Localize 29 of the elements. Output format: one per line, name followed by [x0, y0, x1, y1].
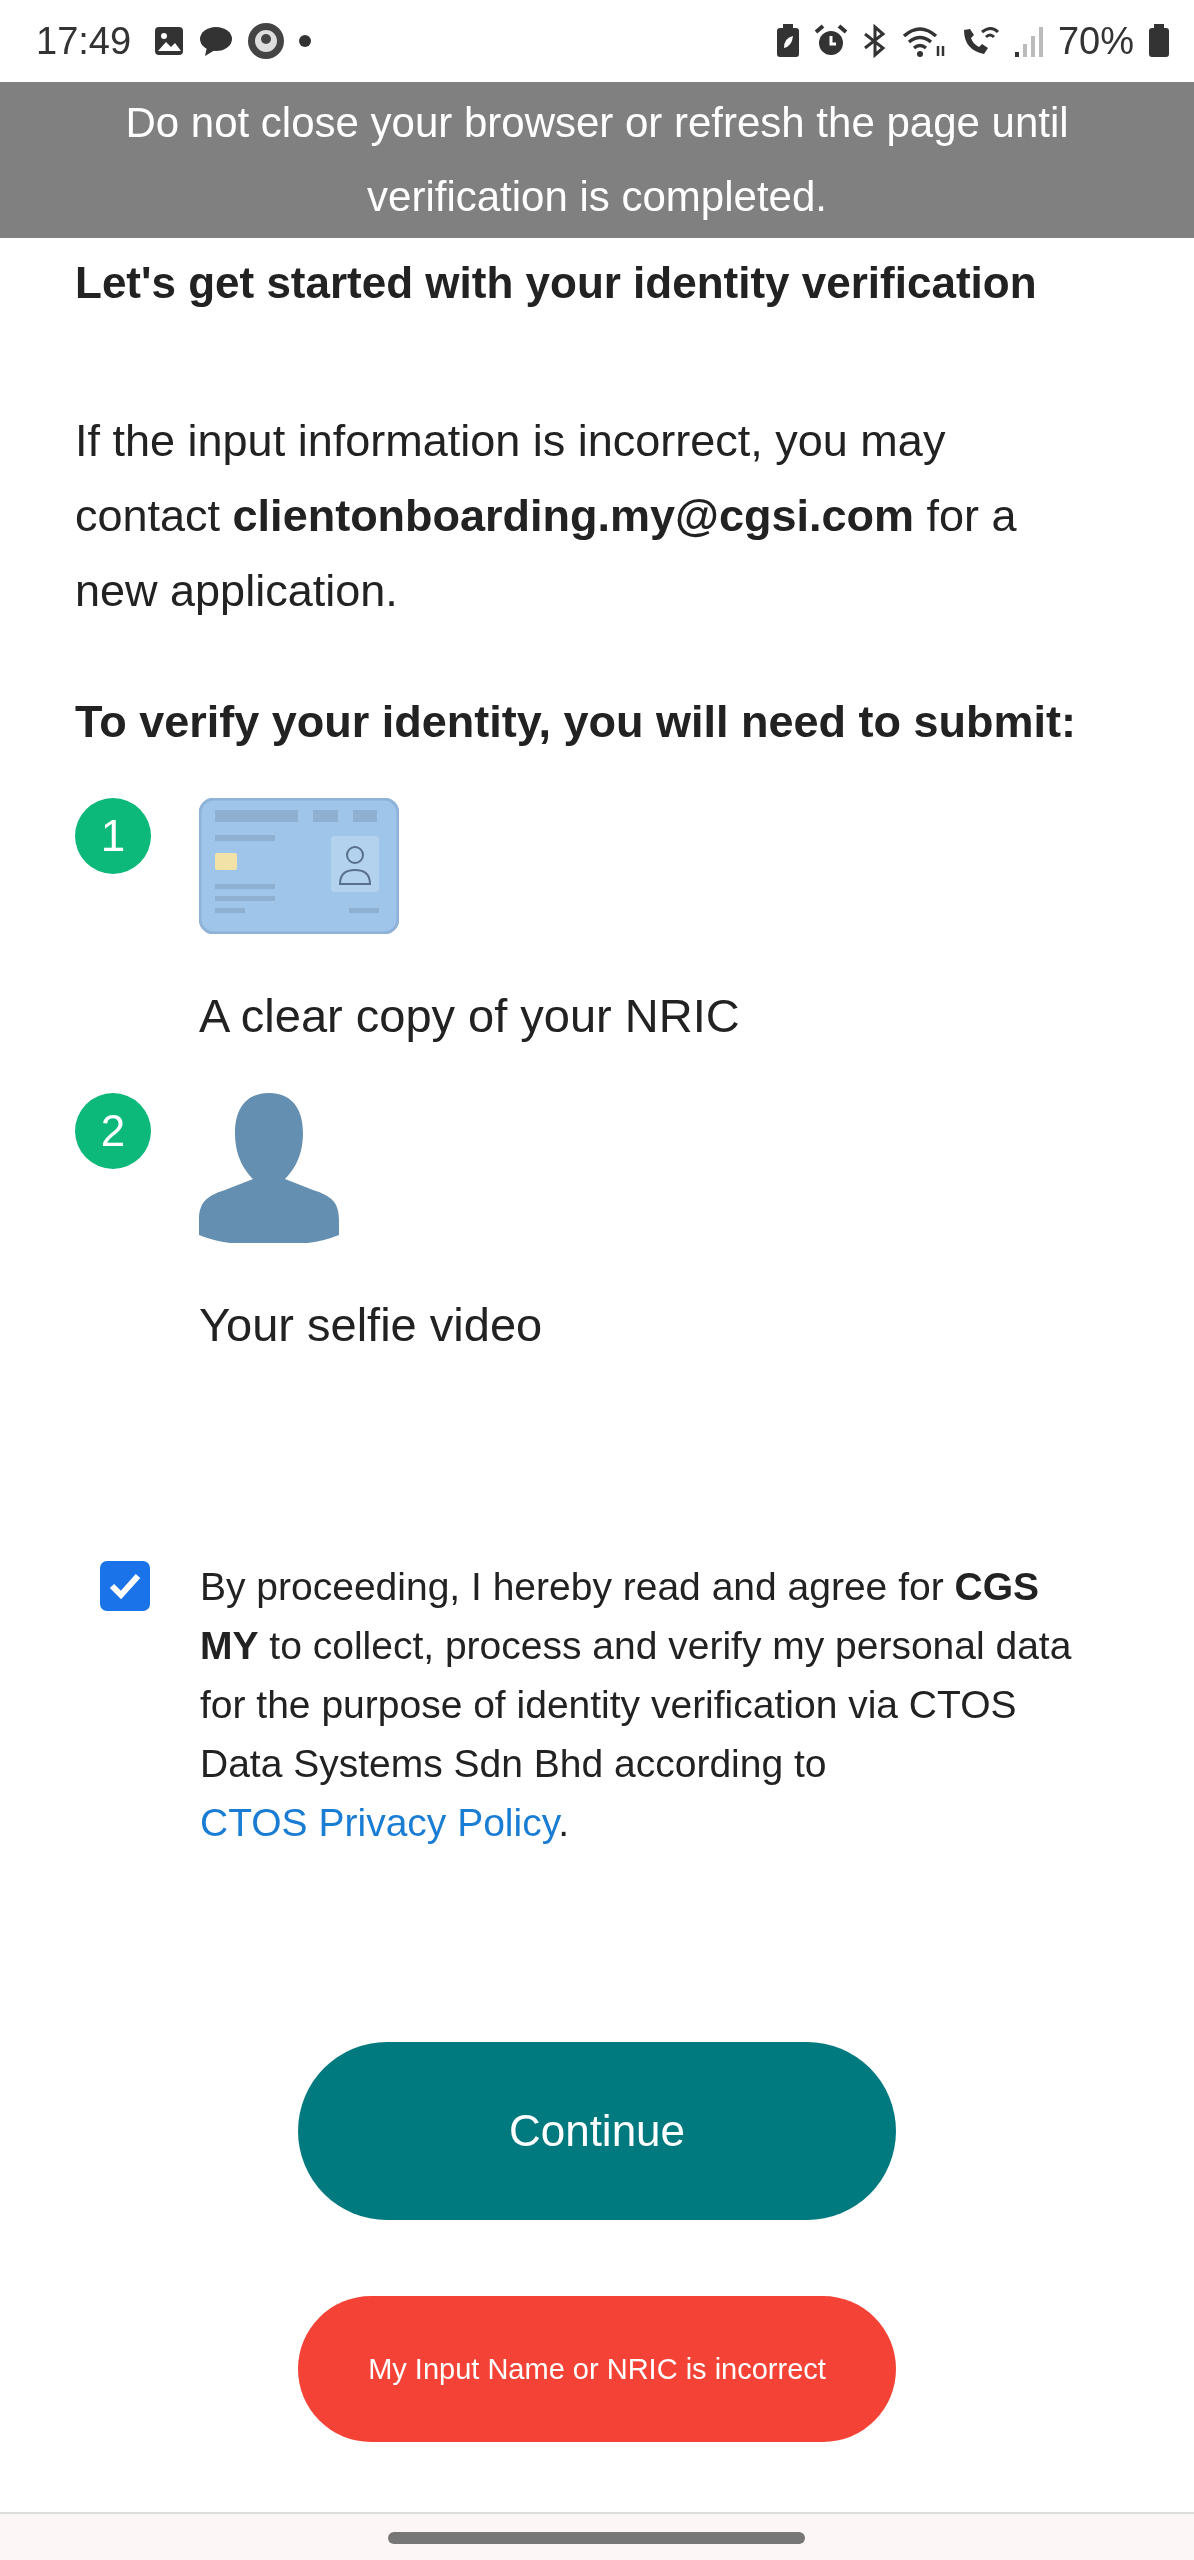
requirements-heading: To verify your identity, you will need to submit:	[75, 696, 1077, 748]
checkmark-icon	[108, 1571, 142, 1601]
consent-checkbox[interactable]	[100, 1561, 150, 1611]
status-time: 17:49	[36, 19, 132, 63]
consent-text: By proceeding, I hereby read and agree for CGS MY to collect, process and verify my personal data for the purpose of identity verification via CTOS Data Systems Sdn Bhd according to CTOS Privacy Policy.	[200, 1564, 1073, 1846]
incorrect-details-button[interactable]: My Input Name or NRIC is incorrect	[298, 2296, 896, 2442]
battery-icon	[1148, 24, 1170, 58]
step-label: Your selfie video	[199, 1297, 544, 1352]
id-card-icon	[199, 798, 399, 934]
warning-banner: Do not close your browser or refresh the page until verification is completed.	[0, 82, 1194, 238]
page-heading: Let's get started with your identity verification	[75, 258, 1038, 308]
battery-percentage: 70%	[1057, 19, 1134, 63]
person-silhouette-icon	[199, 1093, 339, 1243]
chat-icon	[199, 25, 234, 57]
wifi-icon	[901, 24, 946, 58]
step-number: 1	[75, 798, 151, 874]
image-icon	[153, 25, 186, 57]
battery-saver-icon	[775, 24, 800, 58]
app-logo-icon	[247, 22, 286, 60]
notice-text: If the input information is incorrect, you may contact clientonboarding.my@cgsi.com for a new application.	[75, 414, 1018, 618]
bluetooth-icon	[861, 24, 888, 58]
continue-button[interactable]: Continue	[298, 2042, 896, 2220]
privacy-policy-link[interactable]: CTOS Privacy Policy	[200, 1801, 559, 1844]
step-label: A clear copy of your NRIC	[199, 988, 741, 1043]
dot-icon	[299, 35, 312, 47]
signal-icon	[1013, 24, 1044, 58]
gesture-handle[interactable]	[388, 2532, 805, 2544]
alarm-icon	[813, 24, 848, 58]
step-number: 2	[75, 1093, 151, 1169]
